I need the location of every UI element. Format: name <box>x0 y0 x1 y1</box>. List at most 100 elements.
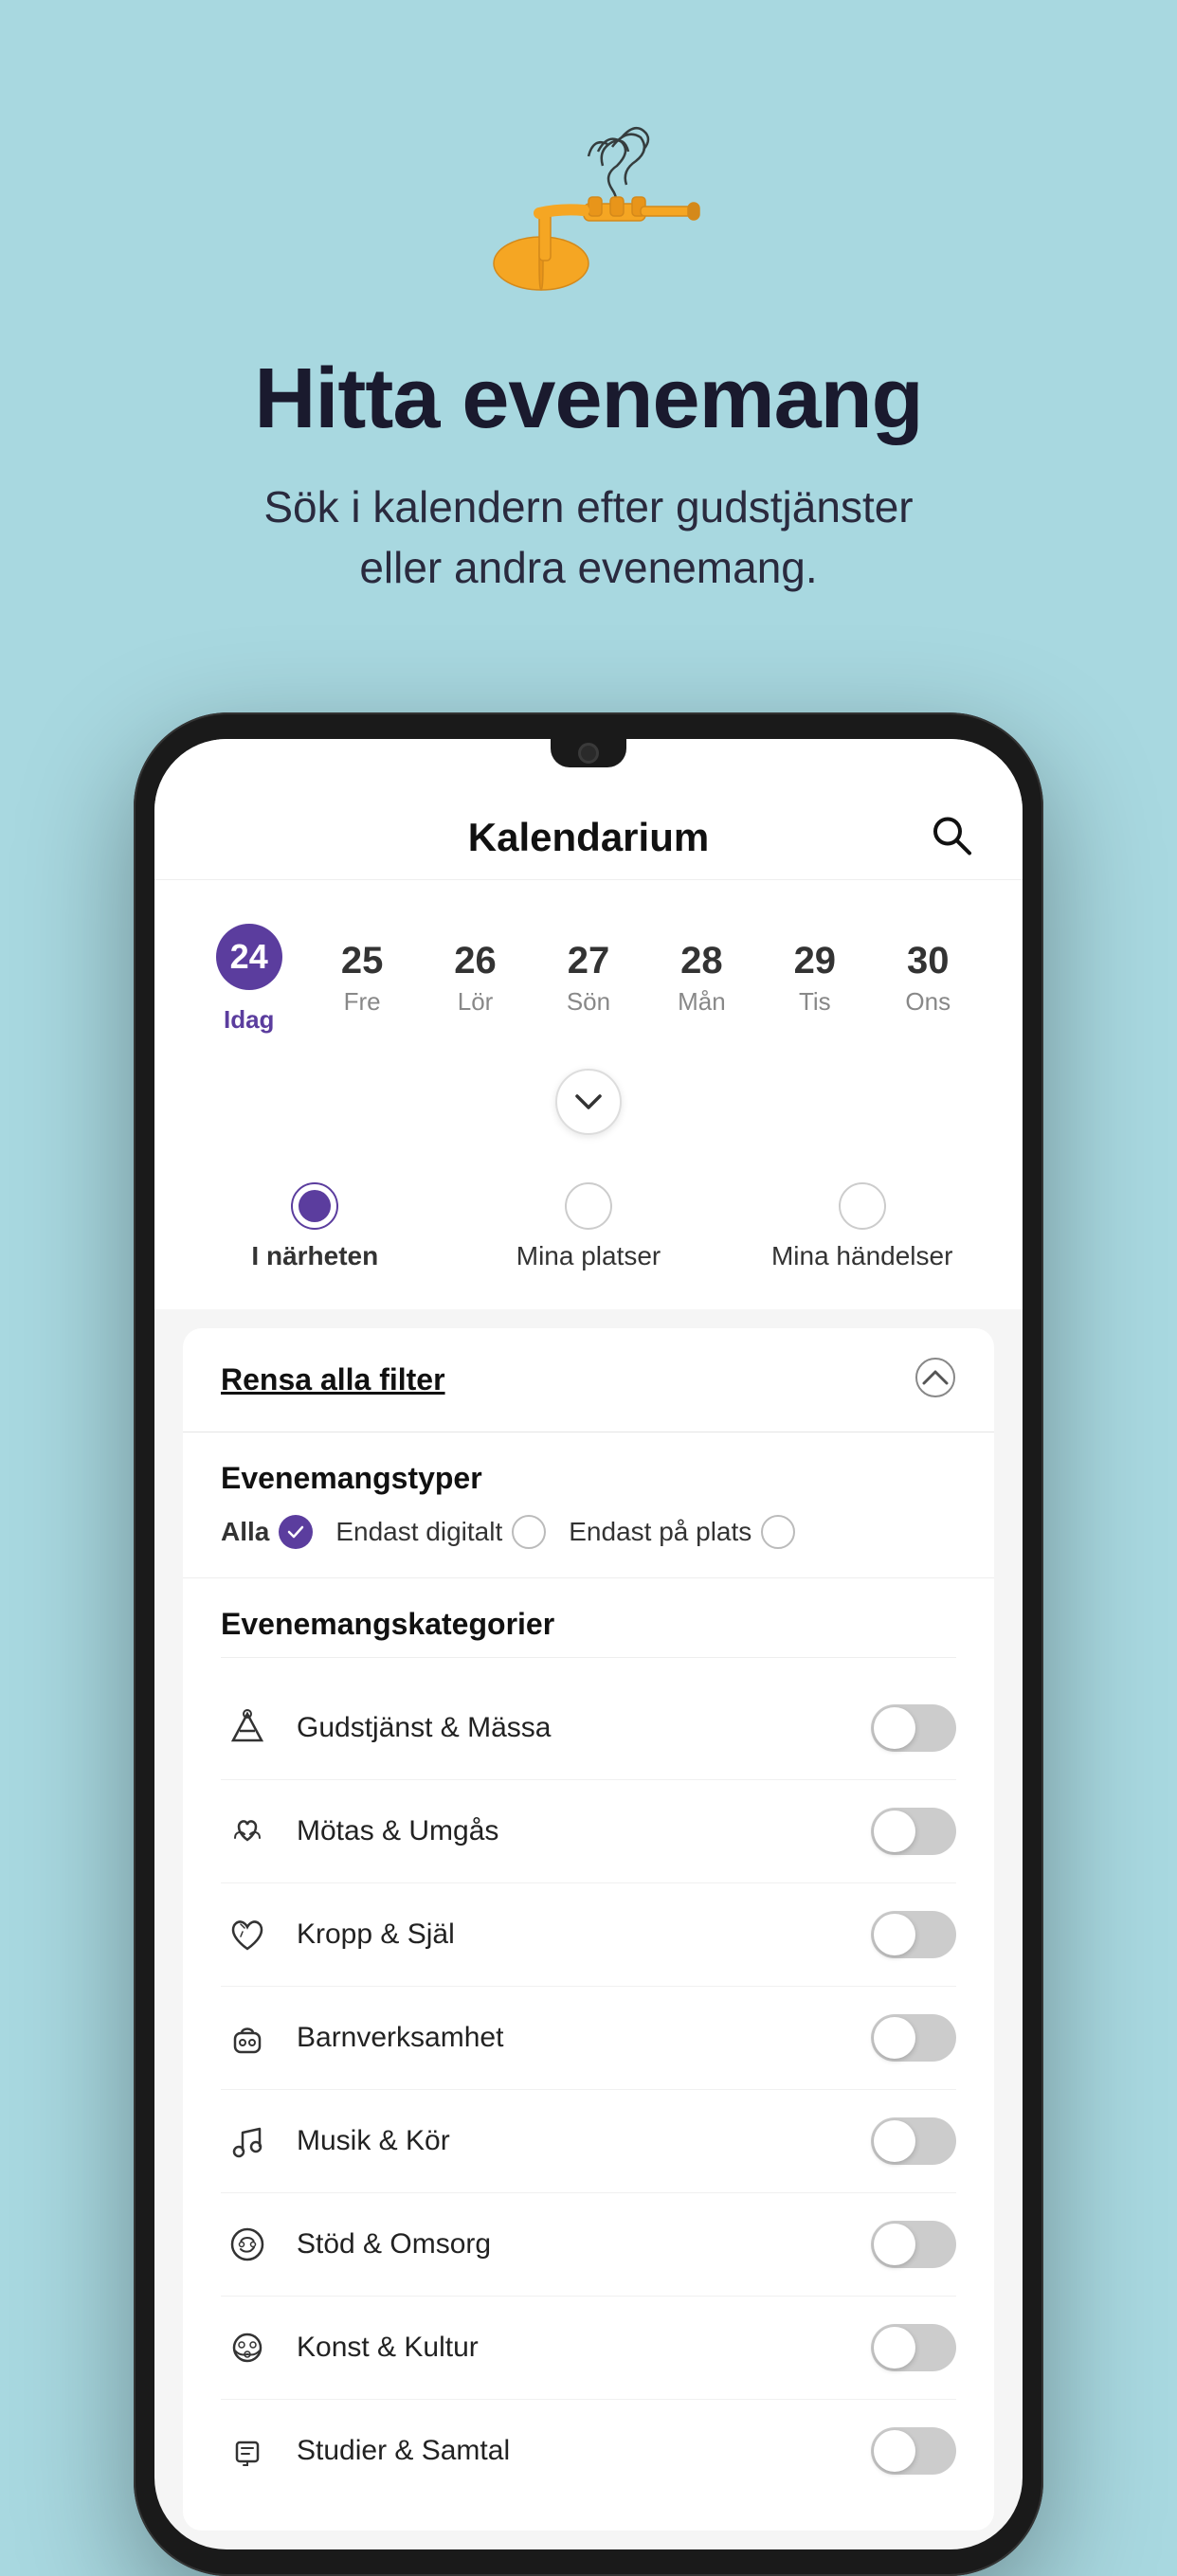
categories-title: Evenemangskategorier <box>221 1607 956 1658</box>
digital-check <box>512 1515 546 1549</box>
plats-check <box>761 1515 795 1549</box>
musik-icon <box>221 2115 274 2168</box>
barn-icon <box>221 2011 274 2064</box>
day-number-27: 27 <box>568 942 610 980</box>
day-label-28: Mån <box>678 987 726 1017</box>
collapse-filters-button[interactable] <box>914 1357 956 1403</box>
alla-check <box>279 1515 313 1549</box>
motas-toggle[interactable] <box>871 1808 956 1855</box>
toggle-thumb <box>874 2224 915 2265</box>
category-barn: Barnverksamhet <box>221 1987 956 2090</box>
filter-panel: Rensa alla filter Evenemangstyper Alla <box>183 1328 994 2531</box>
day-number-26: 26 <box>454 942 497 980</box>
radio-inner-nearby <box>299 1190 331 1222</box>
app-header: Kalendarium <box>154 796 1023 880</box>
event-types-title: Evenemangstyper <box>221 1461 956 1496</box>
calendar-strip: 24 Idag 25 Fre 26 Lör <box>154 880 1023 1050</box>
radio-places <box>565 1182 612 1230</box>
barn-label: Barnverksamhet <box>297 2022 848 2054</box>
calendar-day-30[interactable]: 30 Ons <box>872 927 985 1032</box>
calendar-day-29[interactable]: 29 Tis <box>758 927 871 1032</box>
calendar-day-24[interactable]: 24 Idag <box>192 909 305 1050</box>
day-label-27: Sön <box>567 987 610 1017</box>
expand-calendar-button[interactable] <box>555 1069 622 1135</box>
search-button[interactable] <box>928 811 975 863</box>
app-title: Kalendarium <box>468 815 709 860</box>
day-label-30: Ons <box>905 987 951 1017</box>
event-type-plats-label: Endast på plats <box>569 1517 751 1547</box>
event-type-row: Alla Endast digitalt E <box>221 1515 956 1549</box>
category-motas: Mötas & Umgås <box>221 1780 956 1883</box>
gudstjanst-toggle[interactable] <box>871 1704 956 1752</box>
filter-header: Rensa alla filter <box>183 1328 994 1432</box>
event-type-plats[interactable]: Endast på plats <box>569 1515 795 1549</box>
day-number-30: 30 <box>907 942 950 980</box>
gudstjanst-icon <box>221 1702 274 1755</box>
filter-tab-events[interactable]: Mina händelser <box>730 1182 994 1271</box>
event-type-alla-label: Alla <box>221 1517 269 1547</box>
konst-icon <box>221 2321 274 2374</box>
calendar-day-26[interactable]: 26 Lör <box>419 927 532 1032</box>
filter-tabs: I närheten Mina platser Mina händelser <box>154 1154 1023 1309</box>
category-stod: Stöd & Omsorg <box>221 2193 956 2297</box>
phone-outer: Kalendarium 24 Idag <box>134 712 1043 2576</box>
studier-toggle[interactable] <box>871 2427 956 2475</box>
radio-events <box>839 1182 886 1230</box>
musik-toggle[interactable] <box>871 2117 956 2165</box>
day-label-26: Lör <box>458 987 494 1017</box>
motas-icon <box>221 1805 274 1858</box>
event-type-digital-label: Endast digitalt <box>335 1517 502 1547</box>
motas-label: Mötas & Umgås <box>297 1815 848 1847</box>
filter-tab-events-label: Mina händelser <box>771 1241 952 1271</box>
day-label-29: Tis <box>799 987 831 1017</box>
toggle-thumb <box>874 1810 915 1852</box>
day-number-29: 29 <box>794 942 837 980</box>
studier-icon <box>221 2424 274 2477</box>
chevron-row <box>154 1050 1023 1154</box>
day-label-24: Idag <box>224 1005 274 1035</box>
toggle-thumb <box>874 2327 915 2369</box>
day-label-25: Fre <box>344 987 381 1017</box>
clear-filters-button[interactable]: Rensa alla filter <box>221 1362 445 1397</box>
filter-tab-nearby-label: I närheten <box>251 1241 378 1271</box>
musik-label: Musik & Kör <box>297 2125 848 2157</box>
hero-section: Hitta evenemang Sök i kalendern efter gu… <box>0 0 1177 675</box>
toggle-thumb <box>874 2017 915 2059</box>
phone-mockup: Kalendarium 24 Idag <box>134 712 1043 2576</box>
filter-tab-places[interactable]: Mina platser <box>457 1182 721 1271</box>
stod-toggle[interactable] <box>871 2221 956 2268</box>
event-type-digital[interactable]: Endast digitalt <box>335 1515 546 1549</box>
toggle-thumb <box>874 2120 915 2162</box>
calendar-days: 24 Idag 25 Fre 26 Lör <box>192 909 985 1050</box>
stod-label: Stöd & Omsorg <box>297 2228 848 2261</box>
gudstjanst-label: Gudstjänst & Mässa <box>297 1712 848 1744</box>
category-kropp: Kropp & Själ <box>221 1883 956 1987</box>
konst-toggle[interactable] <box>871 2324 956 2371</box>
stod-icon <box>221 2218 274 2271</box>
day-number-25: 25 <box>341 942 384 980</box>
categories-section: Evenemangskategorier Gudstjänst & Mässa <box>183 1578 994 2531</box>
day-number-28: 28 <box>680 942 723 980</box>
filter-tab-nearby[interactable]: I närheten <box>183 1182 447 1271</box>
phone-camera <box>578 743 599 764</box>
filter-tab-places-label: Mina platser <box>516 1241 661 1271</box>
toggle-thumb <box>874 1914 915 1955</box>
category-studier: Studier & Samtal <box>221 2400 956 2502</box>
hero-title: Hitta evenemang <box>254 351 922 448</box>
event-type-alla[interactable]: Alla <box>221 1515 313 1549</box>
toggle-thumb <box>874 2430 915 2472</box>
kropp-toggle[interactable] <box>871 1911 956 1958</box>
radio-nearby <box>291 1182 338 1230</box>
kropp-label: Kropp & Själ <box>297 1918 848 1951</box>
calendar-day-25[interactable]: 25 Fre <box>305 927 418 1032</box>
kropp-icon <box>221 1908 274 1961</box>
studier-label: Studier & Samtal <box>297 2435 848 2467</box>
event-types-section: Evenemangstyper Alla Endast digitalt <box>183 1432 994 1578</box>
category-konst: Konst & Kultur <box>221 2297 956 2400</box>
day-number-24: 24 <box>216 924 282 990</box>
calendar-day-28[interactable]: 28 Mån <box>645 927 758 1032</box>
calendar-day-27[interactable]: 27 Sön <box>532 927 644 1032</box>
barn-toggle[interactable] <box>871 2014 956 2062</box>
phone-screen: Kalendarium 24 Idag <box>154 739 1023 2549</box>
trumpet-icon <box>475 123 702 313</box>
